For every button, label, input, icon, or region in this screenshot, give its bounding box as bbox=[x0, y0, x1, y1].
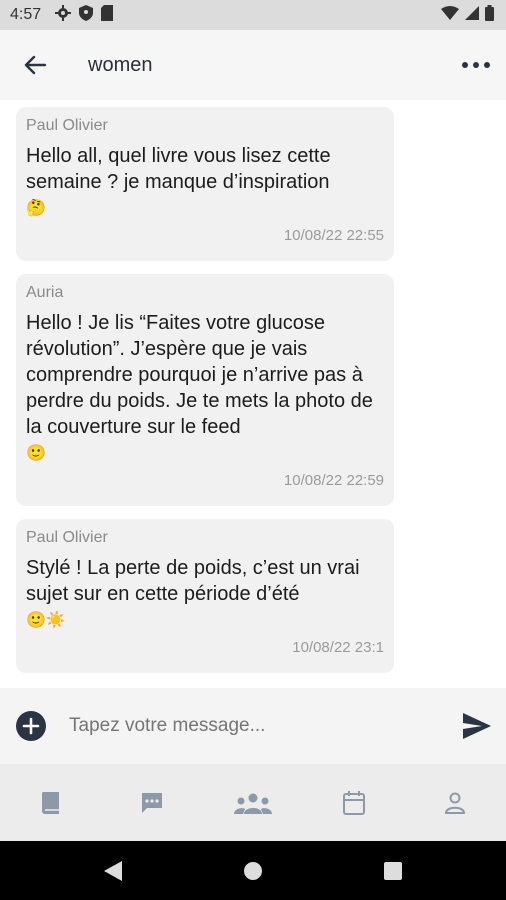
send-icon[interactable] bbox=[460, 709, 494, 743]
add-attachment-icon[interactable] bbox=[15, 710, 47, 742]
status-time: 4:57 bbox=[10, 6, 42, 23]
nav-book-icon[interactable] bbox=[26, 778, 76, 828]
back-arrow-icon[interactable] bbox=[20, 50, 50, 80]
nav-profile-icon[interactable] bbox=[430, 778, 480, 828]
message-timestamp: 10/08/22 23:1 bbox=[292, 639, 384, 656]
more-options-icon[interactable] bbox=[460, 50, 492, 80]
message-composer bbox=[0, 688, 506, 764]
shield-icon bbox=[79, 4, 94, 26]
nav-calendar-icon[interactable] bbox=[329, 778, 379, 828]
message-author: Paul Olivier bbox=[26, 117, 108, 134]
system-navigation-bar bbox=[0, 841, 506, 900]
system-home-icon[interactable] bbox=[238, 856, 268, 886]
bottom-navigation bbox=[0, 764, 506, 841]
message-input[interactable] bbox=[67, 714, 460, 738]
message-author: Paul Olivier bbox=[26, 529, 108, 546]
message-author: Auria bbox=[26, 284, 64, 301]
message-timestamp: 10/08/22 22:59 bbox=[283, 472, 384, 489]
message-text: Hello ! Je lis “Faites votre glucose rév… bbox=[26, 312, 373, 438]
battery-icon bbox=[485, 4, 494, 26]
wifi-icon bbox=[441, 5, 459, 25]
chat-title: women bbox=[88, 53, 153, 76]
sd-card-icon bbox=[101, 4, 114, 26]
app-bar: women bbox=[0, 30, 506, 100]
message-bubble: Paul Olivier Hello all, quel livre vous … bbox=[16, 107, 394, 261]
smile-sun-emoji: 🙂☀️ bbox=[26, 612, 66, 629]
settings-icon bbox=[55, 4, 72, 26]
message-list[interactable]: Paul Olivier Hello all, quel livre vous … bbox=[0, 100, 506, 688]
nav-chat-icon[interactable] bbox=[127, 778, 177, 828]
status-bar: 4:57 bbox=[0, 0, 506, 30]
message-bubble: Auria Hello ! Je lis “Faites votre gluco… bbox=[16, 274, 394, 506]
message-bubble: Paul Olivier Stylé ! La perte de poids, … bbox=[16, 519, 394, 673]
message-text: Stylé ! La perte de poids, c’est un vrai… bbox=[26, 557, 360, 605]
message-timestamp: 10/08/22 22:55 bbox=[283, 227, 384, 244]
signal-icon bbox=[465, 5, 479, 25]
nav-group-icon[interactable] bbox=[228, 778, 278, 828]
smiling-face-emoji: 🙂 bbox=[26, 445, 46, 462]
system-back-icon[interactable] bbox=[98, 856, 128, 886]
message-text: Hello all, quel livre vous lisez cette s… bbox=[26, 145, 331, 193]
thinking-face-emoji: 🤔 bbox=[26, 200, 46, 217]
system-recents-icon[interactable] bbox=[378, 856, 408, 886]
